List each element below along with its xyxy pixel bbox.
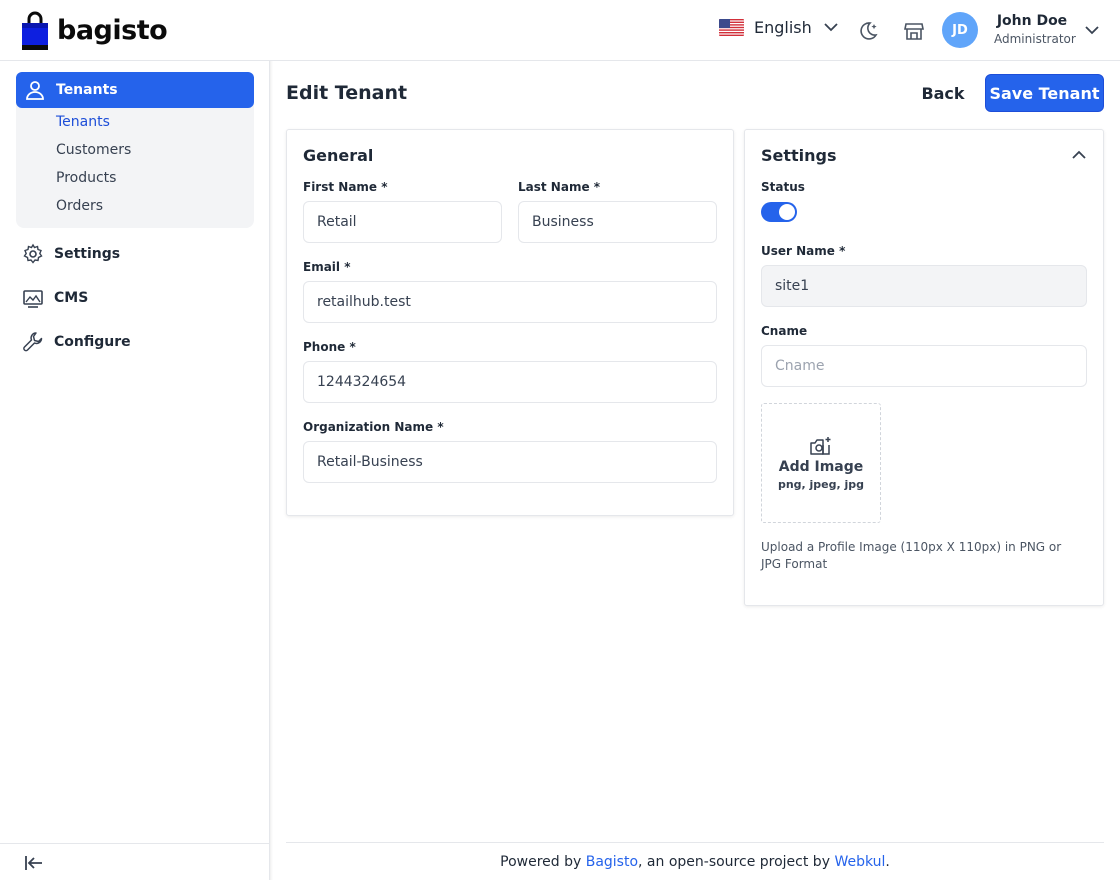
sidebar-item-cms[interactable]: CMS bbox=[22, 287, 88, 309]
sidebar-item-label: CMS bbox=[54, 290, 89, 306]
user-role: Administrator bbox=[994, 32, 1076, 46]
sidebar: Tenants Tenants Customers Products Order… bbox=[0, 61, 270, 880]
status-toggle[interactable] bbox=[761, 202, 797, 222]
chevron-down-icon bbox=[824, 23, 838, 32]
sidebar-subitem-orders[interactable]: Orders bbox=[56, 198, 103, 214]
us-flag-icon bbox=[719, 19, 744, 36]
sidebar-item-label: Tenants bbox=[56, 82, 118, 98]
language-label: English bbox=[754, 18, 812, 37]
footer-suffix: . bbox=[885, 853, 890, 870]
logo-text: bagisto bbox=[57, 14, 168, 46]
sidebar-item-tenants[interactable]: Tenants bbox=[16, 72, 254, 108]
user-name: John Doe bbox=[996, 13, 1068, 29]
sidebar-subitem-products[interactable]: Products bbox=[56, 170, 116, 186]
collapse-sidebar-icon[interactable] bbox=[24, 854, 44, 872]
sidebar-subitem-customers[interactable]: Customers bbox=[56, 142, 131, 158]
email-input[interactable]: retailhub.test bbox=[303, 281, 717, 323]
username-label: User Name * bbox=[761, 244, 846, 258]
toggle-knob bbox=[779, 204, 795, 220]
add-image-title: Add Image bbox=[778, 459, 864, 475]
upload-help-text: Upload a Profile Image (110px X 110px) i… bbox=[761, 540, 1062, 571]
organization-name-input[interactable]: Retail-Business bbox=[303, 441, 717, 483]
sidebar-subitem-tenants[interactable]: Tenants bbox=[56, 114, 110, 130]
email-label: Email * bbox=[303, 260, 351, 274]
cms-icon bbox=[22, 287, 44, 309]
sidebar-group-tenants: Tenants Tenants Customers Products Order… bbox=[16, 72, 254, 228]
phone-input[interactable]: 1244324654 bbox=[303, 361, 717, 403]
sidebar-item-label: Settings bbox=[54, 246, 121, 262]
general-card: General First Name * Retail Last Name * … bbox=[286, 129, 734, 516]
last-name-label: Last Name * bbox=[518, 180, 601, 194]
organization-name-label: Organization Name * bbox=[303, 420, 444, 434]
phone-label: Phone * bbox=[303, 340, 356, 354]
webkul-link[interactable]: Webkul bbox=[834, 854, 885, 870]
back-button[interactable]: Back bbox=[914, 74, 972, 112]
first-name-label: First Name * bbox=[303, 180, 388, 194]
add-photo-icon bbox=[809, 436, 833, 458]
page-title: Edit Tenant bbox=[286, 82, 408, 104]
cname-input[interactable]: Cname bbox=[761, 345, 1087, 387]
status-label: Status bbox=[761, 180, 805, 194]
last-name-input[interactable]: Business bbox=[518, 201, 717, 243]
bag-logo-icon bbox=[20, 10, 50, 50]
add-image-formats: png, jpeg, jpg bbox=[777, 478, 865, 491]
avatar[interactable]: JD bbox=[942, 12, 978, 48]
sidebar-shadow bbox=[270, 61, 273, 880]
footer-prefix: Powered by bbox=[500, 853, 586, 870]
gear-icon bbox=[22, 243, 44, 265]
general-card-title: General bbox=[303, 146, 374, 165]
page-footer: Powered by Bagisto , an open-source proj… bbox=[286, 842, 1104, 880]
cname-label: Cname bbox=[761, 324, 808, 338]
logo[interactable]: bagisto bbox=[20, 10, 168, 50]
chevron-down-icon[interactable] bbox=[1084, 24, 1100, 36]
sidebar-item-configure[interactable]: Configure bbox=[22, 331, 131, 353]
wrench-icon bbox=[22, 331, 44, 353]
settings-card: Settings Status User Name * site1 Cname … bbox=[744, 129, 1104, 606]
add-image-upload[interactable]: Add Image png, jpeg, jpg bbox=[761, 403, 881, 523]
username-input: site1 bbox=[761, 265, 1087, 307]
first-name-input[interactable]: Retail bbox=[303, 201, 502, 243]
sidebar-footer bbox=[0, 843, 270, 880]
language-selector[interactable]: English bbox=[719, 18, 838, 37]
sidebar-item-settings[interactable]: Settings bbox=[22, 243, 120, 265]
dark-mode-icon[interactable] bbox=[856, 19, 880, 43]
storefront-icon[interactable] bbox=[902, 19, 926, 43]
sidebar-item-label: Configure bbox=[54, 334, 131, 350]
user-icon bbox=[24, 79, 46, 101]
settings-card-title: Settings bbox=[761, 146, 837, 165]
top-header: bagisto English JD John Doe Administrato… bbox=[0, 0, 1120, 61]
bagisto-link[interactable]: Bagisto bbox=[586, 854, 638, 870]
chevron-up-icon[interactable] bbox=[1072, 150, 1086, 159]
save-tenant-button[interactable]: Save Tenant bbox=[985, 74, 1104, 112]
footer-middle: , an open-source project by bbox=[638, 853, 835, 870]
